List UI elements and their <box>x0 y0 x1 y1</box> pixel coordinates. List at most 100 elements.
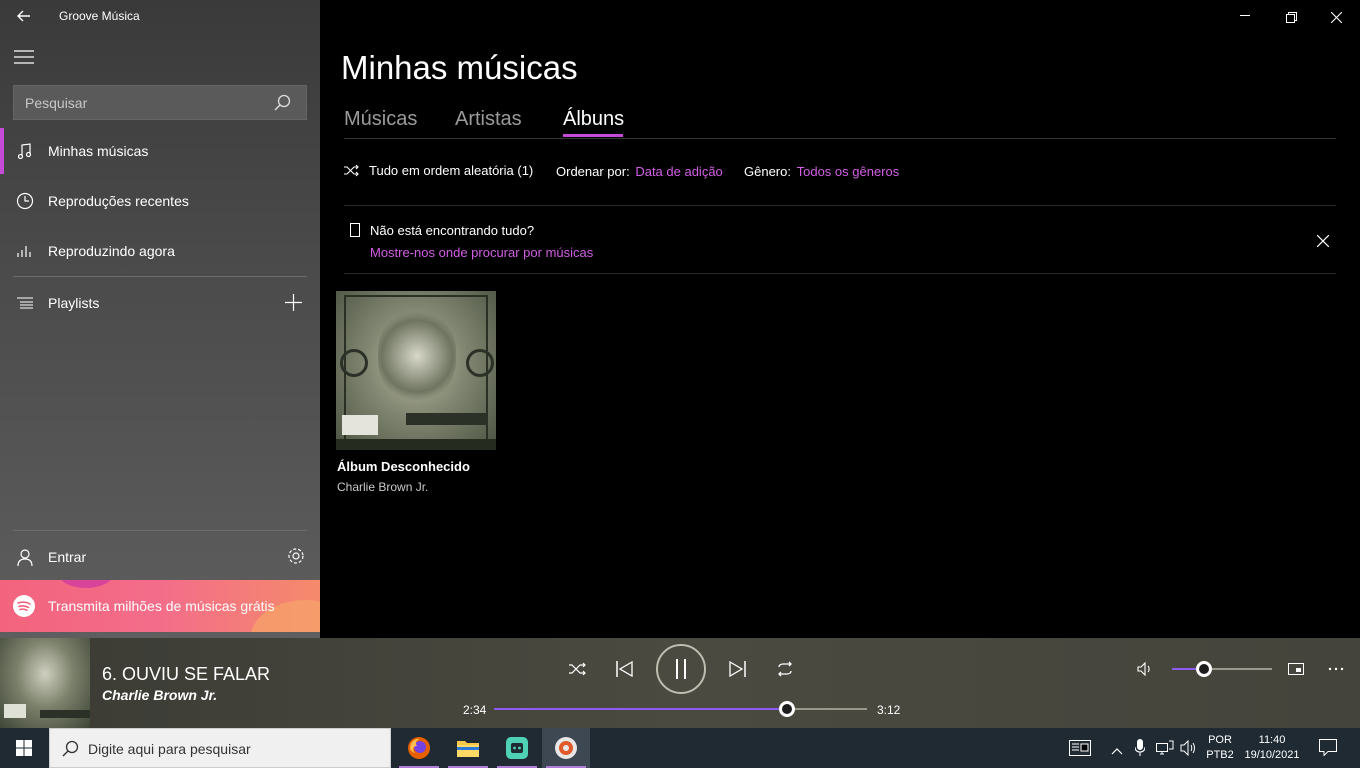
sidebar-item-playlists[interactable]: Playlists <box>0 279 320 327</box>
shuffle-button[interactable] <box>566 659 588 679</box>
action-center-button[interactable] <box>1319 739 1337 761</box>
plus-icon <box>285 294 302 311</box>
search-box[interactable] <box>13 85 307 120</box>
sidebar-item-label: Reproduções recentes <box>48 193 189 209</box>
news-widget-button[interactable] <box>1069 740 1091 761</box>
main-content: Minhas músicas Músicas Artistas Álbuns T… <box>320 0 1360 638</box>
close-icon <box>1316 234 1330 248</box>
mini-player-button[interactable] <box>1286 659 1306 679</box>
hamburger-icon <box>14 50 34 64</box>
microphone-icon <box>1134 739 1146 756</box>
back-button[interactable] <box>12 6 36 26</box>
clock-date: 19/10/2021 <box>1244 749 1300 761</box>
tab-artistas[interactable]: Artistas <box>455 108 522 131</box>
sidebar-divider <box>13 530 307 531</box>
notice-divider <box>344 273 1336 274</box>
sort-label: Ordenar por: <box>556 164 630 179</box>
sidebar-item-reproducoes-recentes[interactable]: Reproduções recentes <box>0 177 320 225</box>
sort-dropdown[interactable]: Ordenar por: Data de adição <box>556 164 723 179</box>
close-icon <box>1330 11 1343 24</box>
seek-bar-thumb[interactable] <box>779 701 796 717</box>
album-tile[interactable]: Álbum Desconhecido Charlie Brown Jr. <box>336 291 496 501</box>
groove-music-icon <box>555 737 577 759</box>
shuffle-all-label: Tudo em ordem aleatória (1) <box>369 163 534 178</box>
folder-icon <box>457 741 479 757</box>
app-title: Groove Música <box>59 9 140 23</box>
sign-in-label: Entrar <box>48 549 87 565</box>
sign-in-button[interactable]: Entrar <box>0 533 320 581</box>
chevron-up-icon <box>1111 748 1123 755</box>
genre-dropdown[interactable]: Gênero: Todos os gêneros <box>744 164 899 179</box>
device-icon <box>350 223 360 242</box>
search-icon[interactable] <box>274 94 291 116</box>
chat-app-icon <box>506 737 528 759</box>
taskbar-search-placeholder: Digite aqui para pesquisar <box>88 741 251 757</box>
volume-icon <box>1137 662 1150 676</box>
now-playing-cover[interactable] <box>0 638 90 728</box>
previous-button[interactable] <box>613 659 637 679</box>
notice-link[interactable]: Mostre-nos onde procurar por músicas <box>370 245 593 260</box>
add-playlist-button[interactable] <box>285 294 302 314</box>
notice-title: Não está encontrando tudo? <box>370 223 535 238</box>
taskbar-app-chat[interactable] <box>493 728 541 768</box>
volume-slider-thumb[interactable] <box>1196 661 1212 677</box>
active-tab-underline <box>563 134 623 137</box>
play-pause-button[interactable] <box>656 644 706 694</box>
settings-button[interactable] <box>287 547 305 570</box>
language-indicator[interactable]: POR PTB2 <box>1206 733 1234 763</box>
track-title: 6. OUVIU SE FALAR <box>102 664 271 684</box>
taskbar-search-box[interactable]: Digite aqui para pesquisar <box>49 728 391 768</box>
spotify-icon <box>13 595 35 622</box>
album-artist: Charlie Brown Jr. <box>337 480 429 494</box>
network-icon <box>1156 740 1174 755</box>
dismiss-notice-button[interactable] <box>1316 234 1330 252</box>
sidebar-item-label: Reproduzindo agora <box>48 243 175 259</box>
next-button[interactable] <box>725 659 749 679</box>
sidebar-item-label: Minhas músicas <box>48 143 149 159</box>
sidebar-item-reproduzindo-agora[interactable]: Reproduzindo agora <box>0 227 320 275</box>
mini-view-icon <box>1288 663 1304 675</box>
network-button[interactable] <box>1156 740 1174 761</box>
news-icon <box>1069 740 1091 756</box>
more-options-button[interactable] <box>1326 659 1346 679</box>
pause-icon <box>676 659 686 679</box>
close-button[interactable] <box>1330 10 1343 28</box>
elapsed-time: 2:34 <box>463 703 487 717</box>
tab-albuns[interactable]: Álbuns <box>563 108 624 131</box>
seek-bar[interactable] <box>494 701 867 717</box>
restore-button[interactable] <box>1286 10 1297 28</box>
sidebar-divider <box>13 276 307 277</box>
seek-bar-fill <box>494 708 788 710</box>
search-input[interactable] <box>14 86 264 119</box>
volume-slider[interactable] <box>1172 661 1272 677</box>
album-cover-art <box>336 291 496 450</box>
genre-value: Todos os gêneros <box>796 164 900 179</box>
mute-button[interactable] <box>1135 659 1155 679</box>
shuffle-all-button[interactable]: Tudo em ordem aleatória (1) <box>344 163 533 178</box>
taskbar-groove-music[interactable] <box>542 728 590 768</box>
sidebar-item-minhas-musicas[interactable]: Minhas músicas <box>0 127 320 175</box>
repeat-icon <box>778 661 792 677</box>
taskbar-firefox[interactable] <box>395 728 443 768</box>
volume-tray-button[interactable] <box>1180 739 1196 761</box>
sidebar-item-label: Playlists <box>48 295 100 311</box>
minimize-button[interactable] <box>1240 15 1250 16</box>
ellipsis-icon <box>1328 667 1344 671</box>
repeat-button[interactable] <box>774 659 796 679</box>
duration-time: 3:12 <box>877 703 901 717</box>
show-hidden-icons-button[interactable] <box>1111 742 1123 760</box>
gear-icon <box>288 548 304 564</box>
playlist-icon <box>16 294 34 312</box>
skip-previous-icon <box>616 661 633 677</box>
shuffle-icon <box>568 662 586 676</box>
track-artist[interactable]: Charlie Brown Jr. <box>102 687 217 703</box>
start-button[interactable] <box>0 728 48 768</box>
microphone-button[interactable] <box>1134 739 1146 762</box>
album-title: Álbum Desconhecido <box>337 459 470 474</box>
tab-musicas[interactable]: Músicas <box>344 108 417 131</box>
windows-taskbar: Digite aqui para pesquisar POR PTB2 11:4… <box>0 728 1360 768</box>
taskbar-file-explorer[interactable] <box>444 728 492 768</box>
clock[interactable]: 11:40 19/10/2021 <box>1240 733 1304 763</box>
hamburger-menu-button[interactable] <box>14 50 36 64</box>
spotify-promo-banner[interactable]: Transmita milhões de músicas grátis <box>0 580 320 632</box>
